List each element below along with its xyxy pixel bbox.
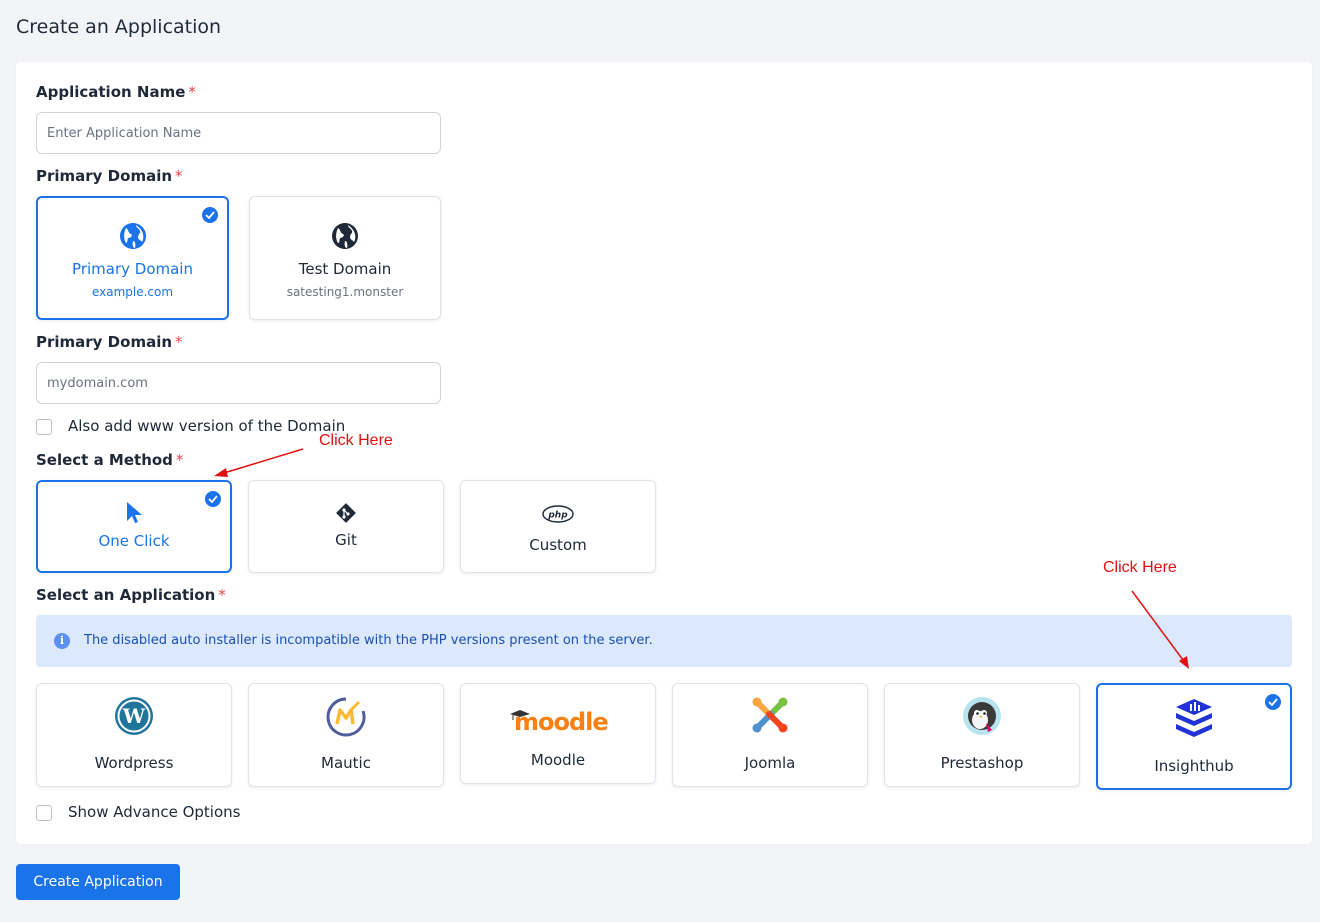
selected-check-icon: [205, 491, 221, 507]
option-subtitle: example.com: [91, 285, 174, 299]
option-name: One Click: [98, 532, 170, 550]
option-name: Test Domain: [298, 260, 392, 278]
option-name: Wordpress: [94, 754, 174, 772]
joomla-icon: [752, 697, 788, 733]
svg-text:W: W: [122, 704, 146, 728]
globe-icon: [332, 223, 358, 249]
app-mautic[interactable]: Mautic: [248, 683, 444, 787]
domain-label: Primary Domain *: [36, 333, 183, 351]
git-icon: [336, 503, 356, 523]
alert-message: The disabled auto installer is incompati…: [84, 633, 653, 648]
app-moodle[interactable]: moodle Moodle: [460, 683, 656, 784]
svg-text:php: php: [547, 511, 568, 521]
method-label: Select a Method *: [36, 451, 184, 469]
option-name: Moodle: [530, 751, 586, 769]
moodle-logo: moodle: [510, 708, 608, 734]
app-name-label: Application Name *: [36, 83, 196, 101]
option-name: Git: [335, 531, 357, 549]
app-joomla[interactable]: Joomla: [672, 683, 868, 787]
primary-domain-option[interactable]: Primary Domain example.com: [36, 196, 229, 320]
mautic-icon: [326, 697, 366, 737]
option-name: Primary Domain: [72, 260, 193, 278]
php-icon: php: [542, 505, 574, 523]
prestashop-icon: [963, 697, 1001, 735]
application-name-input[interactable]: [36, 112, 441, 154]
cursor-icon: [127, 502, 142, 523]
www-checkbox[interactable]: [36, 419, 52, 435]
option-name: Mautic: [321, 754, 371, 772]
info-icon: i: [54, 633, 70, 649]
page-title: Create an Application: [16, 16, 222, 38]
selected-check-icon: [1265, 694, 1281, 710]
create-application-form: Application Name* Primary Domain* Primar…: [16, 62, 1312, 844]
insighthub-icon: [1176, 699, 1212, 737]
application-label: Select an Application *: [36, 586, 226, 604]
wordpress-icon: W: [115, 697, 153, 735]
method-custom[interactable]: php Custom: [460, 480, 656, 573]
php-compatibility-alert: i The disabled auto installer is incompa…: [36, 615, 1292, 667]
domain-input[interactable]: [36, 362, 441, 404]
app-insighthub[interactable]: Insighthub: [1096, 683, 1292, 790]
annotation-text: Click Here: [319, 432, 393, 449]
create-application-button[interactable]: Create Application: [16, 864, 180, 900]
app-prestashop[interactable]: Prestashop: [884, 683, 1080, 787]
svg-text:moodle: moodle: [514, 708, 608, 734]
selected-check-icon: [202, 207, 218, 223]
option-name: Prestashop: [940, 754, 1024, 772]
option-name: Insighthub: [1154, 757, 1234, 775]
annotation-text: Click Here: [1103, 559, 1177, 576]
method-git[interactable]: Git: [248, 480, 444, 573]
method-one-click[interactable]: One Click: [36, 480, 232, 573]
advance-options-label: Show Advance Options: [68, 803, 241, 821]
app-wordpress[interactable]: W Wordpress: [36, 683, 232, 787]
www-checkbox-label: Also add www version of the Domain: [68, 417, 346, 435]
test-domain-option[interactable]: Test Domain satesting1.monster: [249, 196, 441, 320]
globe-icon: [119, 223, 146, 249]
option-name: Joomla: [744, 754, 796, 772]
option-name: Custom: [529, 536, 587, 554]
advance-options-checkbox[interactable]: [36, 805, 52, 821]
domain-type-label: Primary Domain *: [36, 167, 183, 185]
option-subtitle: satesting1.monster: [286, 285, 404, 299]
